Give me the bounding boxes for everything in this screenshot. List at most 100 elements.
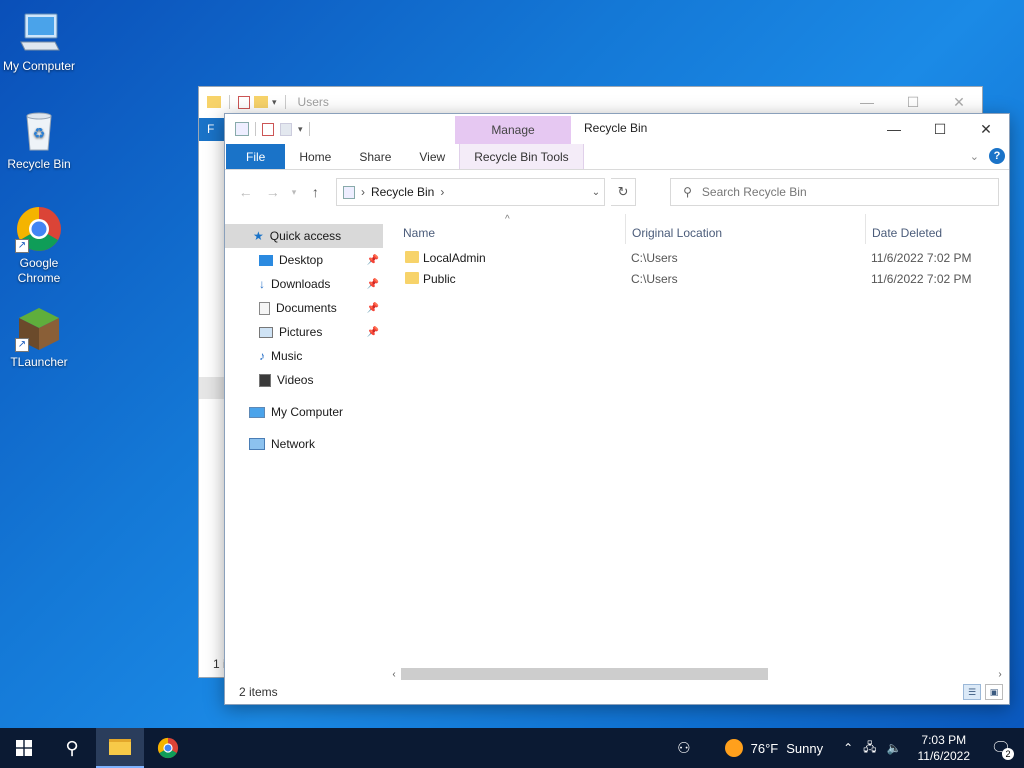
minimize-button[interactable]: — [871,114,917,144]
ribbon-tabs: File Home Share View Recycle Bin Tools ⌄… [225,144,1009,170]
row-name: Public [423,272,456,286]
forward-button[interactable]: → [262,184,283,200]
row-original-location: C:\Users [631,272,678,286]
table-row[interactable]: LocalAdmin C:\Users 11/6/2022 7:02 PM [395,248,995,269]
network-icon [249,438,265,450]
back-button[interactable]: ← [235,184,256,200]
nav-item-music[interactable]: ♪ Music [225,344,383,368]
clock-time: 7:03 PM [921,733,967,747]
desktop-icon-my-computer[interactable]: My Computer [0,8,78,74]
weather-widget[interactable]: 76°F Sunny [724,739,823,757]
music-icon: ♪ [259,349,265,363]
taskbar-file-explorer[interactable] [96,728,144,768]
tab-share[interactable]: Share [345,144,405,169]
table-row[interactable]: Public C:\Users 11/6/2022 7:02 PM [395,269,995,290]
up-button[interactable]: ↑ [305,184,326,200]
tab-file[interactable]: File [226,144,286,169]
close-button[interactable]: ✕ [963,114,1009,144]
new-folder-icon[interactable] [254,96,268,108]
column-header-date-deleted[interactable]: Date Deleted [872,226,942,240]
nav-item-videos[interactable]: Videos [225,368,383,392]
nav-item-quick-access[interactable]: ★ Quick access [225,224,383,248]
desktop-icon [259,254,273,266]
desktop-icon-label: Recycle Bin [7,157,71,171]
expand-ribbon-icon[interactable]: ⌄ [970,150,979,163]
nav-item-network[interactable]: Network [225,432,383,456]
help-icon[interactable]: ? [989,148,1005,164]
search-box[interactable]: ⚲ [670,178,1000,206]
search-input[interactable] [701,185,982,199]
chevron-up-icon[interactable]: ⌃ [843,741,853,755]
search-button[interactable]: ⚲ [48,728,96,768]
nav-item-label: Quick access [269,229,342,243]
file-tab-stub[interactable]: F [199,118,225,141]
pin-icon[interactable]: 📌 [367,279,379,290]
pin-icon[interactable]: 📌 [367,255,379,266]
column-header-name[interactable]: Name [403,226,435,240]
tlauncher-icon: ↗ [15,304,63,352]
chevron-down-icon[interactable]: ⌄ [592,187,600,198]
sort-ascending-icon: ^ [505,214,510,225]
pin-icon[interactable]: 📌 [367,327,379,338]
properties-icon[interactable] [238,95,250,109]
shortcut-arrow-icon: ↗ [15,338,29,352]
manage-context-tab[interactable]: Manage [455,116,571,144]
tab-view[interactable]: View [405,144,459,169]
volume-icon[interactable]: 🔈 [887,741,902,755]
address-row: ← → ▾ ↑ › Recycle Bin › ⌄ ↻ ⚲ [225,170,1009,214]
quick-access-toolbar: ▾ [225,114,310,144]
network-icon[interactable]: 🖧 [863,738,876,759]
people-icon[interactable]: ⚇ [677,739,690,757]
nav-item-desktop[interactable]: Desktop 📌 [225,248,383,272]
refresh-button[interactable]: ↻ [611,178,637,206]
row-date-deleted: 11/6/2022 7:02 PM [871,251,972,265]
notification-center-button[interactable]: 🗨 2 [986,738,1016,760]
nav-stub [199,377,225,399]
item-count: 2 items [239,685,278,699]
document-icon [259,301,270,315]
system-tray: ⚇ 76°F Sunny ⌃ 🖧 🔈 7:03 PM 11/6/2022 🗨 2 [677,728,1024,768]
nav-item-documents[interactable]: Documents 📌 [225,296,383,320]
maximize-button[interactable]: ☐ [917,114,963,144]
nav-item-label: My Computer [271,405,344,419]
clock[interactable]: 7:03 PM 11/6/2022 [918,732,971,764]
shortcut-arrow-icon: ↗ [15,239,29,253]
pin-icon[interactable]: 📌 [367,303,379,314]
address-bar[interactable]: › Recycle Bin › ⌄ [335,178,606,206]
search-icon: ⚲ [65,737,79,758]
large-icons-view-icon[interactable]: ▣ [985,684,1003,700]
window-title: Users [297,95,329,109]
scroll-right-icon[interactable]: › [993,669,1007,680]
title-bar[interactable]: ▾ Manage Recycle Bin — ☐ ✕ [225,114,1009,144]
scroll-left-icon[interactable]: ‹ [387,669,401,680]
tab-recycle-bin-tools[interactable]: Recycle Bin Tools [459,144,584,169]
star-icon: ★ [253,229,264,243]
folder-icon [405,272,419,284]
nav-item-pictures[interactable]: Pictures 📌 [225,320,383,344]
nav-item-downloads[interactable]: ↓ Downloads 📌 [225,272,383,296]
properties-icon[interactable] [262,122,274,136]
column-header-original-location[interactable]: Original Location [632,226,722,240]
nav-item-my-computer[interactable]: My Computer [225,400,383,424]
explorer-window-recycle-bin[interactable]: ▾ Manage Recycle Bin — ☐ ✕ File Home Sha… [224,113,1010,705]
clock-date: 11/6/2022 [917,749,971,763]
taskbar-chrome[interactable] [144,728,192,768]
nav-item-label: Desktop [279,253,324,267]
chevron-right-icon[interactable]: › [440,185,444,199]
blank-icon[interactable] [280,122,292,136]
details-view-icon[interactable]: ☰ [963,684,981,700]
recycle-bin-icon: ♻ [15,106,63,154]
chevron-down-icon[interactable]: ▾ [272,97,277,108]
desktop-icon-tlauncher[interactable]: ↗ TLauncher [0,304,78,370]
sun-icon [724,739,743,757]
desktop-icon-google-chrome[interactable]: ↗ Google Chrome [0,205,78,286]
tab-home[interactable]: Home [285,144,345,169]
row-name: LocalAdmin [423,251,486,265]
scrollbar-thumb[interactable] [401,668,769,680]
breadcrumb-segment[interactable]: Recycle Bin [371,185,434,199]
nav-item-label: Network [271,437,316,451]
start-button[interactable] [0,728,48,768]
desktop-icon-recycle-bin[interactable]: ♻ Recycle Bin [0,106,78,172]
recent-locations-button[interactable]: ▾ [289,187,299,198]
chevron-down-icon[interactable]: ▾ [298,124,303,135]
